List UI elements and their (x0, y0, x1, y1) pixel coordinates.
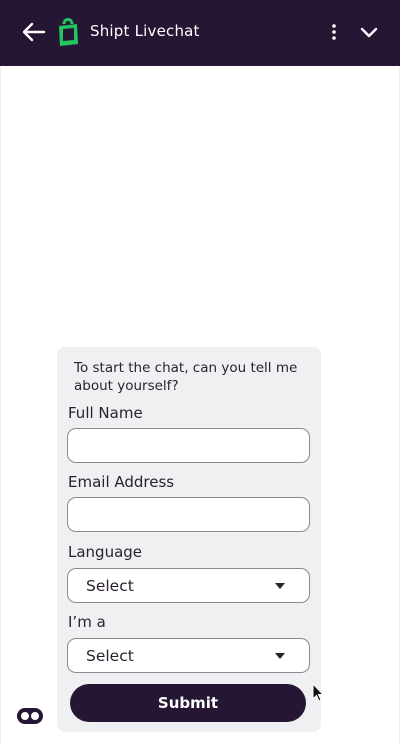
chat-title: Shipt Livechat (90, 22, 200, 40)
role-select[interactable]: Select (67, 638, 310, 673)
chatbot-icon[interactable] (16, 707, 44, 725)
language-label: Language (68, 543, 143, 561)
role-selected-value: Select (86, 646, 134, 665)
full-name-input[interactable] (68, 429, 309, 462)
more-vertical-icon[interactable] (326, 20, 342, 44)
language-select[interactable]: Select (67, 568, 310, 603)
chevron-down-icon[interactable] (358, 22, 380, 42)
arrow-left-icon[interactable] (20, 20, 46, 44)
form-intro-text: To start the chat, can you tell me about… (74, 360, 298, 394)
full-name-field[interactable] (67, 428, 310, 463)
caret-down-icon (275, 583, 285, 589)
prechat-form-card: To start the chat, can you tell me about… (57, 347, 321, 732)
email-label: Email Address (68, 473, 175, 491)
email-field[interactable] (67, 497, 310, 532)
shipt-logo-icon (59, 18, 78, 46)
caret-down-icon (275, 653, 285, 659)
chat-header: Shipt Livechat (0, 0, 400, 66)
submit-button[interactable]: Submit (70, 684, 306, 722)
role-label: I’m a (68, 613, 106, 631)
mouse-cursor-icon (312, 683, 324, 702)
full-name-label: Full Name (68, 404, 143, 422)
email-input[interactable] (68, 498, 309, 531)
language-selected-value: Select (86, 576, 134, 595)
